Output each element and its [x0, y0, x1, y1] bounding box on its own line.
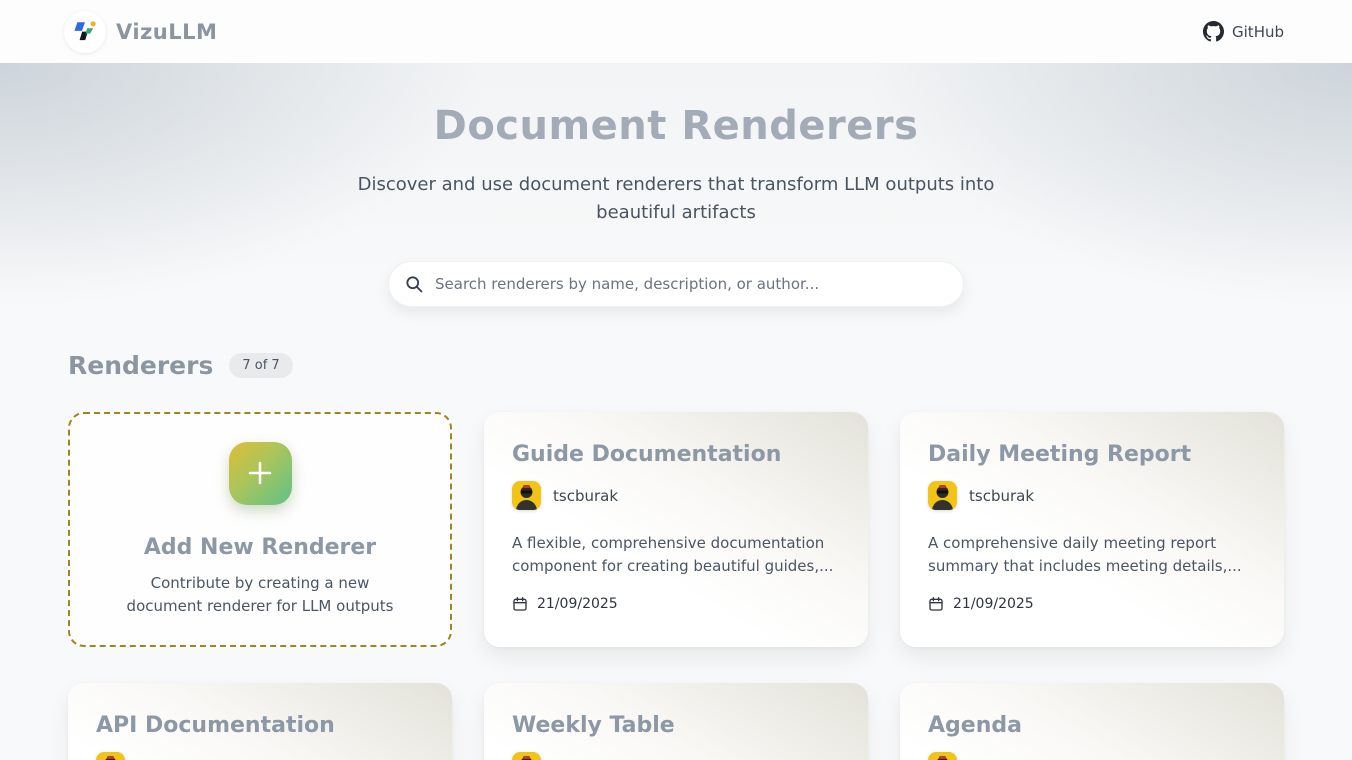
- renderer-card-weekly-table[interactable]: Weekly Table tscburak: [484, 683, 868, 760]
- author-name: tscburak: [969, 486, 1035, 505]
- renderer-card-daily-meeting-report[interactable]: Daily Meeting Report tscburak A comprehe…: [900, 412, 1284, 647]
- top-navbar: VizuLLM GitHub: [0, 0, 1352, 63]
- calendar-icon: [512, 596, 528, 612]
- brand-home-link[interactable]: VizuLLM: [64, 10, 218, 53]
- github-octocat-icon: [1203, 21, 1225, 42]
- calendar-icon: [928, 596, 944, 612]
- author-name: tscburak: [553, 486, 619, 505]
- avatar: [512, 752, 541, 760]
- renderer-card-agenda[interactable]: Agenda tscburak: [900, 683, 1284, 760]
- plus-icon: [228, 441, 292, 505]
- avatar: [96, 752, 125, 760]
- card-title: Daily Meeting Report: [928, 442, 1192, 467]
- card-date: 21/09/2025: [953, 596, 1034, 612]
- add-card-description: Contribute by creating a new document re…: [126, 573, 394, 615]
- renderers-grid: Add New Renderer Contribute by creating …: [68, 412, 1284, 760]
- renderer-card-api-documentation[interactable]: API Documentation tscburak: [68, 683, 452, 760]
- brand-name: VizuLLM: [116, 19, 218, 44]
- card-description: A flexible, comprehensive documentation …: [512, 534, 834, 575]
- search-bar: [388, 261, 964, 307]
- add-new-renderer-card[interactable]: Add New Renderer Contribute by creating …: [68, 412, 452, 647]
- avatar: [928, 752, 957, 760]
- search-input[interactable]: [388, 261, 964, 307]
- github-link[interactable]: GitHub: [1203, 21, 1284, 42]
- renderer-card-guide-documentation[interactable]: Guide Documentation tscburak A flexible,…: [484, 412, 868, 647]
- page-subtitle: Discover and use document renderers that…: [357, 174, 995, 223]
- avatar: [512, 481, 541, 510]
- card-title: Weekly Table: [512, 713, 675, 738]
- count-badge: 7 of 7: [229, 353, 293, 378]
- page-title: Document Renderers: [433, 103, 919, 149]
- hero-section: Document Renderers Discover and use docu…: [0, 63, 1352, 317]
- section-title: Renderers: [68, 351, 214, 380]
- avatar: [928, 481, 957, 510]
- vizullm-logo-icon: [64, 10, 106, 53]
- card-description: A comprehensive daily meeting report sum…: [928, 534, 1242, 575]
- card-date: 21/09/2025: [537, 596, 618, 612]
- github-label: GitHub: [1232, 22, 1284, 41]
- card-title: Guide Documentation: [512, 442, 782, 467]
- card-title: API Documentation: [96, 713, 335, 738]
- renderers-section-header: Renderers 7 of 7: [68, 351, 1284, 380]
- add-card-title: Add New Renderer: [143, 534, 377, 560]
- card-title: Agenda: [928, 713, 1022, 738]
